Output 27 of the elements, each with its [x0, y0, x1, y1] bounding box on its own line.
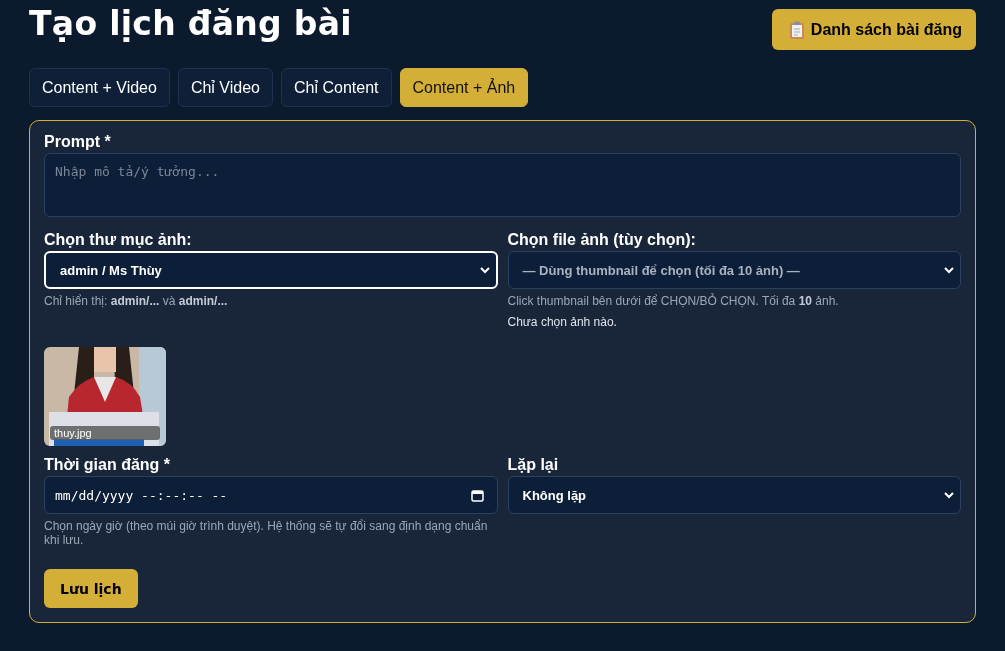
prompt-field[interactable]: Nhập mô tả/ý tưởng... [44, 153, 961, 217]
dropdown-field[interactable]: admin / Ms Thùy [44, 251, 498, 289]
dropdown-field[interactable]: — Dùng thumbnail để chọn (tối đa 10 ảnh) — [507, 251, 961, 289]
clipboard-icon [788, 20, 805, 39]
mode-tab[interactable]: Content + Ảnh [399, 68, 529, 107]
mode-tab[interactable]: Content + Video [29, 68, 170, 107]
field-label: Chọn file ảnh (tùy chọn): [507, 231, 697, 249]
calendar-icon [470, 488, 484, 502]
file-name: thuy.jpg [50, 426, 160, 440]
chevron-icon [478, 264, 491, 276]
chevron-icon [943, 489, 955, 501]
field-label: Lặp lại [507, 456, 560, 474]
mode-tab[interactable]: Chỉ Video [177, 68, 273, 107]
hint-text: Chỉ hiển thị: admin/... và admin/... [44, 294, 229, 308]
hint-text: Click thumbnail bên dưới để CHỌN/BỎ CHỌN. Tối đa 10 ảnh. [507, 294, 840, 308]
datetime-field[interactable]: mm/dd/yyyy --:--:-- -- [44, 476, 498, 514]
dropdown-field[interactable]: Không lặp [507, 476, 961, 514]
mode-tab[interactable]: Chỉ Content [281, 68, 392, 107]
field-label: Chọn thư mục ảnh: [44, 231, 193, 249]
field-label: Prompt * [44, 133, 112, 151]
page-title: Tạo lịch đăng bài [29, 4, 352, 43]
hint-text: Chọn ngày giờ (theo múi giờ trình duyệt). Hệ thống sẽ tự đổi sang định dạng chuẩn khi lưu. [44, 519, 489, 547]
status-text: Chưa chọn ảnh nào. [507, 315, 618, 329]
field-label: Thời gian đăng * [44, 456, 172, 474]
save-button[interactable]: Lưu lịch [44, 569, 138, 608]
post-list-button[interactable]: Danh sách bài đăng [771, 9, 976, 50]
chevron-icon [943, 264, 955, 276]
